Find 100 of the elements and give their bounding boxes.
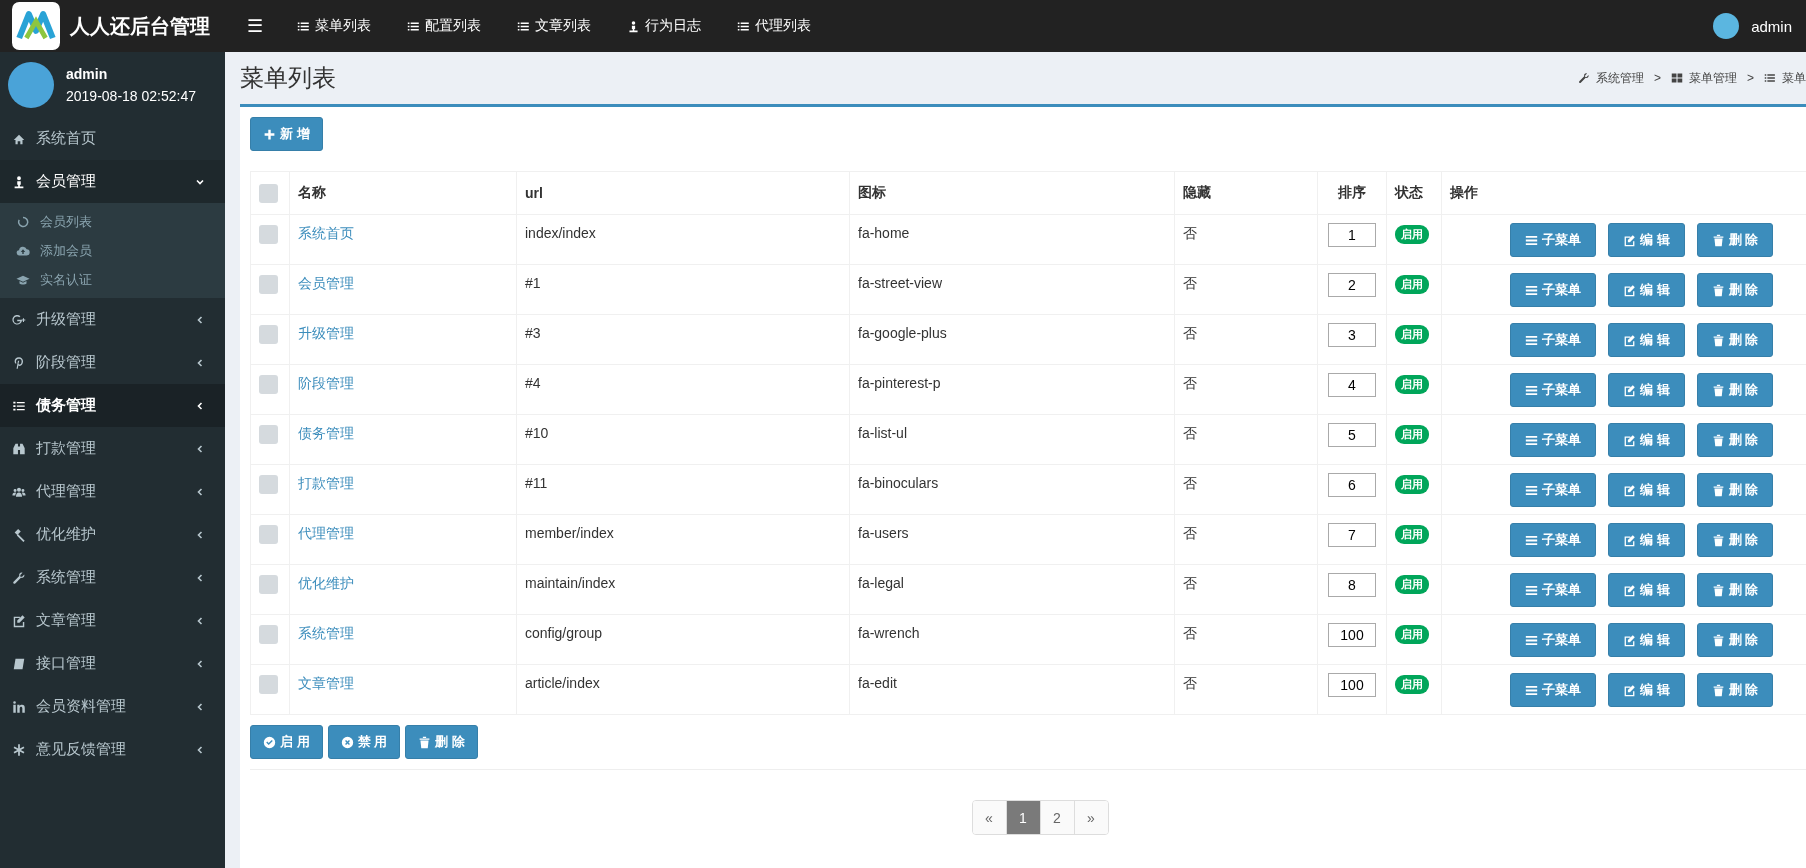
checkbox[interactable] bbox=[259, 325, 278, 344]
sidebar-item[interactable]: 接口管理 bbox=[0, 642, 225, 685]
delete-button[interactable]: 删 除 bbox=[1696, 573, 1774, 607]
column-header: 状态 bbox=[1386, 171, 1442, 215]
sidebar-item[interactable]: 阶段管理 bbox=[0, 341, 225, 384]
user-name[interactable]: admin bbox=[1751, 17, 1792, 35]
sidebar-item[interactable]: 升级管理 bbox=[0, 298, 225, 341]
sidebar-item[interactable]: 系统首页 bbox=[0, 117, 225, 160]
sidebar-item[interactable]: 会员管理 bbox=[0, 160, 225, 203]
status-badge: 启用 bbox=[1395, 275, 1429, 294]
nav-link[interactable]: 行为日志 bbox=[609, 17, 719, 35]
checkbox[interactable] bbox=[259, 575, 278, 594]
delete-button[interactable]: 删 除 bbox=[1696, 373, 1774, 407]
nav-link[interactable]: 文章列表 bbox=[499, 17, 609, 35]
checkbox[interactable] bbox=[259, 675, 278, 694]
menu-name-link[interactable]: 文章管理 bbox=[298, 675, 354, 691]
sort-input[interactable]: 7 bbox=[1328, 523, 1376, 547]
checkbox[interactable] bbox=[259, 525, 278, 544]
nav-link[interactable]: 代理列表 bbox=[719, 17, 829, 35]
menu-toggle[interactable]: ☰ bbox=[231, 15, 279, 37]
nav-link[interactable]: 菜单列表 bbox=[279, 17, 389, 35]
sidebar-item[interactable]: 系统管理 bbox=[0, 556, 225, 599]
menu-name-link[interactable]: 打款管理 bbox=[298, 475, 354, 491]
menu-name-link[interactable]: 阶段管理 bbox=[298, 375, 354, 391]
delete-button[interactable]: 删 除 bbox=[1696, 223, 1774, 257]
delete-button[interactable]: 删 除 bbox=[1696, 273, 1774, 307]
sidebar-item[interactable]: 文章管理 bbox=[0, 599, 225, 642]
delete-button[interactable]: 删 除 bbox=[1696, 673, 1774, 707]
enable-button[interactable]: 启 用 bbox=[250, 725, 323, 759]
checkbox[interactable] bbox=[259, 275, 278, 294]
edit-button[interactable]: 编 辑 bbox=[1608, 223, 1685, 257]
menu-name-link[interactable]: 系统首页 bbox=[298, 225, 354, 241]
edit-button[interactable]: 编 辑 bbox=[1608, 273, 1685, 307]
sidebar-item[interactable]: 会员资料管理 bbox=[0, 685, 225, 728]
nav-link[interactable]: 配置列表 bbox=[389, 17, 499, 35]
checkbox[interactable] bbox=[259, 625, 278, 644]
add-button[interactable]: 新 增 bbox=[250, 117, 323, 151]
submenu-item[interactable]: 添加会员 bbox=[0, 236, 225, 265]
submenu-button[interactable]: 子菜单 bbox=[1510, 423, 1596, 457]
checkbox[interactable] bbox=[259, 425, 278, 444]
delete-button[interactable]: 删 除 bbox=[1696, 623, 1774, 657]
delete-button[interactable]: 删 除 bbox=[1696, 473, 1774, 507]
page-link[interactable]: 1 bbox=[1005, 801, 1040, 834]
sort-input[interactable]: 100 bbox=[1328, 673, 1376, 697]
disable-button[interactable]: 禁 用 bbox=[327, 725, 401, 759]
edit-button[interactable]: 编 辑 bbox=[1608, 473, 1685, 507]
submenu-button[interactable]: 子菜单 bbox=[1510, 323, 1596, 357]
submenu-button[interactable]: 子菜单 bbox=[1510, 623, 1596, 657]
sort-input[interactable]: 100 bbox=[1328, 623, 1376, 647]
delete-button[interactable]: 删 除 bbox=[1696, 523, 1774, 557]
submenu-button[interactable]: 子菜单 bbox=[1510, 473, 1596, 507]
submenu-button[interactable]: 子菜单 bbox=[1510, 373, 1596, 407]
submenu-button[interactable]: 子菜单 bbox=[1510, 573, 1596, 607]
edit-button[interactable]: 编 辑 bbox=[1608, 423, 1685, 457]
menu-name-link[interactable]: 升级管理 bbox=[298, 325, 354, 341]
breadcrumb-link[interactable]: 菜单 bbox=[1782, 69, 1806, 87]
edit-button[interactable]: 编 辑 bbox=[1608, 373, 1685, 407]
breadcrumb-link[interactable]: 菜单管理 bbox=[1689, 69, 1737, 87]
checkbox[interactable] bbox=[259, 183, 278, 203]
sidebar-item[interactable]: 优化维护 bbox=[0, 513, 225, 556]
sort-input[interactable]: 8 bbox=[1328, 573, 1376, 597]
delete-button[interactable]: 删 除 bbox=[1696, 323, 1774, 357]
delete-button[interactable]: 删 除 bbox=[1696, 423, 1774, 457]
menu-name-link[interactable]: 会员管理 bbox=[298, 275, 354, 291]
sort-input[interactable]: 6 bbox=[1328, 473, 1376, 497]
sort-input[interactable]: 1 bbox=[1328, 223, 1376, 247]
edit-button[interactable]: 编 辑 bbox=[1608, 323, 1685, 357]
sidebar-item[interactable]: 债务管理 bbox=[0, 384, 225, 427]
edit-button[interactable]: 编 辑 bbox=[1608, 573, 1685, 607]
status-badge: 启用 bbox=[1395, 425, 1429, 444]
next-page-link[interactable]: » bbox=[1073, 801, 1108, 834]
table-cell: #10 bbox=[516, 414, 850, 465]
submenu-button[interactable]: 子菜单 bbox=[1510, 523, 1596, 557]
menu-name-link[interactable]: 债务管理 bbox=[298, 425, 354, 441]
sort-input[interactable]: 2 bbox=[1328, 273, 1376, 297]
edit-button[interactable]: 编 辑 bbox=[1608, 623, 1685, 657]
sort-input[interactable]: 3 bbox=[1328, 323, 1376, 347]
sort-input[interactable]: 4 bbox=[1328, 373, 1376, 397]
edit-button[interactable]: 编 辑 bbox=[1608, 673, 1685, 707]
sort-input[interactable]: 5 bbox=[1328, 423, 1376, 447]
breadcrumb-link[interactable]: 系统管理 bbox=[1595, 69, 1644, 87]
checkbox[interactable] bbox=[259, 475, 278, 494]
menu-name-link[interactable]: 代理管理 bbox=[298, 525, 354, 541]
submenu-item[interactable]: 会员列表 bbox=[0, 207, 225, 236]
submenu-button[interactable]: 子菜单 bbox=[1510, 223, 1596, 257]
sidebar-item[interactable]: 代理管理 bbox=[0, 470, 225, 513]
sidebar-item[interactable]: 打款管理 bbox=[0, 427, 225, 470]
previous-page-link[interactable]: « bbox=[972, 801, 1006, 834]
page-link[interactable]: 2 bbox=[1039, 801, 1074, 834]
submenu-button[interactable]: 子菜单 bbox=[1510, 273, 1596, 307]
checkbox[interactable] bbox=[259, 225, 278, 244]
sidebar-item[interactable]: 意见反馈管理 bbox=[0, 728, 225, 771]
submenu-item[interactable]: 实名认证 bbox=[0, 265, 225, 294]
edit-button[interactable]: 编 辑 bbox=[1608, 523, 1685, 557]
list-icon bbox=[407, 19, 420, 33]
menu-name-link[interactable]: 优化维护 bbox=[298, 575, 354, 591]
checkbox[interactable] bbox=[259, 375, 278, 394]
submenu-button[interactable]: 子菜单 bbox=[1510, 673, 1596, 707]
menu-name-link[interactable]: 系统管理 bbox=[298, 625, 354, 641]
delete-button[interactable]: 删 除 bbox=[405, 725, 478, 759]
